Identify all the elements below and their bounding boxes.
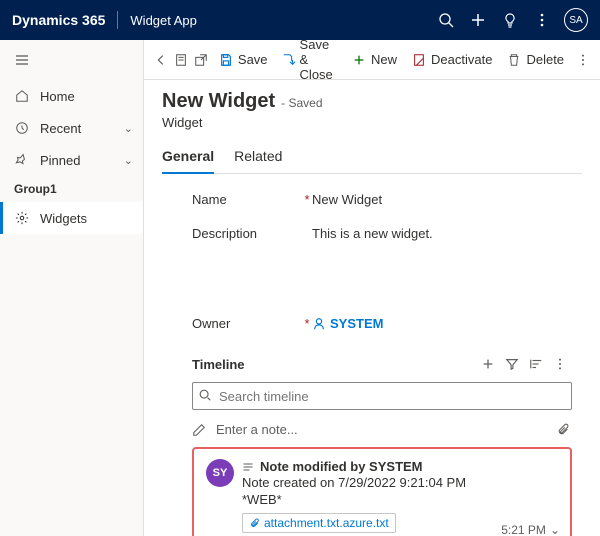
save-close-icon [282,52,296,68]
add-icon[interactable] [462,4,494,36]
overflow-button[interactable] [574,44,592,76]
attachment-name: attachment.txt.azure.txt [264,516,389,530]
note-avatar: SY [206,459,234,487]
note-body-text: *WEB* [242,492,558,507]
sidebar-item-pinned[interactable]: Pinned ⌄ [0,144,143,176]
sidebar-item-home[interactable]: Home [0,80,143,112]
form-content: New Widget - Saved Widget General Relate… [144,80,600,536]
user-avatar[interactable]: SA [564,8,588,32]
command-label: Save & Close [300,40,337,82]
delete-button[interactable]: Delete [500,44,570,76]
sidebar-item-label: Recent [40,121,81,136]
more-vertical-icon[interactable] [526,4,558,36]
home-icon [14,88,30,104]
brand-label: Dynamics 365 [12,12,105,28]
clock-icon [14,120,30,136]
gear-icon [14,210,30,226]
required-marker: * [302,190,312,207]
plus-icon [351,52,367,68]
owner-field[interactable]: SYSTEM [312,314,572,331]
page-icon [173,52,189,68]
timeline-sort-button[interactable] [524,352,548,376]
hamburger-icon[interactable] [0,40,143,80]
note-time: 5:21 PM [501,523,546,536]
note-icon [242,461,254,473]
pin-icon [14,152,30,168]
timeline-title: Timeline [192,357,245,372]
sidebar-group-label: Group1 [0,176,143,202]
tab-related[interactable]: Related [234,142,282,173]
command-label: Delete [526,52,564,67]
enter-note-input[interactable]: Enter a note... [216,422,548,437]
form-tabs: General Related [162,142,582,174]
note-title: Note modified by SYSTEM [260,459,423,474]
save-button[interactable]: Save [212,44,274,76]
field-label-description: Description [192,224,302,241]
timeline-filter-button[interactable] [500,352,524,376]
record-title: New Widget [162,90,275,113]
save-close-button[interactable]: Save & Close [276,44,343,76]
paperclip-icon [249,518,260,529]
timeline-add-button[interactable] [476,352,500,376]
required-marker: * [302,314,312,331]
sidebar-item-label: Home [40,89,75,104]
save-icon [218,52,234,68]
show-as-button[interactable] [172,44,190,76]
note-attachment-link[interactable]: attachment.txt.azure.txt [242,513,396,533]
sidebar-item-widgets[interactable]: Widgets [0,202,143,234]
saved-indicator: - Saved [281,96,322,110]
command-label: Save [238,52,268,67]
sidebar: Home Recent ⌄ Pinned ⌄ Group1 Widgets [0,40,144,536]
field-label-name: Name [192,190,302,207]
note-created-on: Note created on 7/29/2022 9:21:04 PM [242,475,558,490]
chevron-down-icon[interactable]: ⌄ [550,523,560,536]
open-new-window-button[interactable] [192,44,210,76]
command-bar: Save Save & Close New Deactivate Delete [144,40,600,80]
timeline-note-card[interactable]: SY Note modified by SYSTEM Note created … [192,447,572,536]
tab-general[interactable]: General [162,142,214,174]
timeline-search[interactable] [192,382,572,410]
command-label: New [371,52,397,67]
more-vertical-icon [575,52,591,68]
top-bar: Dynamics 365 Widget App SA [0,0,600,40]
back-button[interactable] [152,44,170,76]
light-bulb-icon[interactable] [494,4,526,36]
person-icon [312,317,326,331]
timeline-search-input[interactable] [192,382,572,410]
deactivate-icon [411,52,427,68]
timeline-section: Timeline Enter a note... S [162,352,582,536]
popout-icon [193,52,209,68]
owner-value: SYSTEM [330,316,383,331]
trash-icon [506,52,522,68]
deactivate-button[interactable]: Deactivate [405,44,498,76]
chevron-down-icon: ⌄ [124,122,133,135]
new-button[interactable]: New [345,44,403,76]
sidebar-item-recent[interactable]: Recent ⌄ [0,112,143,144]
field-label-owner: Owner [192,314,302,331]
description-field[interactable]: This is a new widget. [312,224,572,304]
entity-name: Widget [162,115,582,130]
command-label: Deactivate [431,52,492,67]
search-icon[interactable] [430,4,462,36]
pencil-icon [192,423,208,437]
search-icon [198,388,212,402]
paperclip-icon[interactable] [556,423,572,437]
timeline-more-button[interactable] [548,352,572,376]
main-area: Save Save & Close New Deactivate Delete … [144,40,600,536]
sidebar-item-label: Pinned [40,153,80,168]
chevron-down-icon: ⌄ [124,154,133,167]
app-name: Widget App [130,13,197,28]
topbar-divider [117,11,118,29]
name-field[interactable]: New Widget [312,190,572,207]
sidebar-item-label: Widgets [40,211,87,226]
arrow-left-icon [153,52,169,68]
